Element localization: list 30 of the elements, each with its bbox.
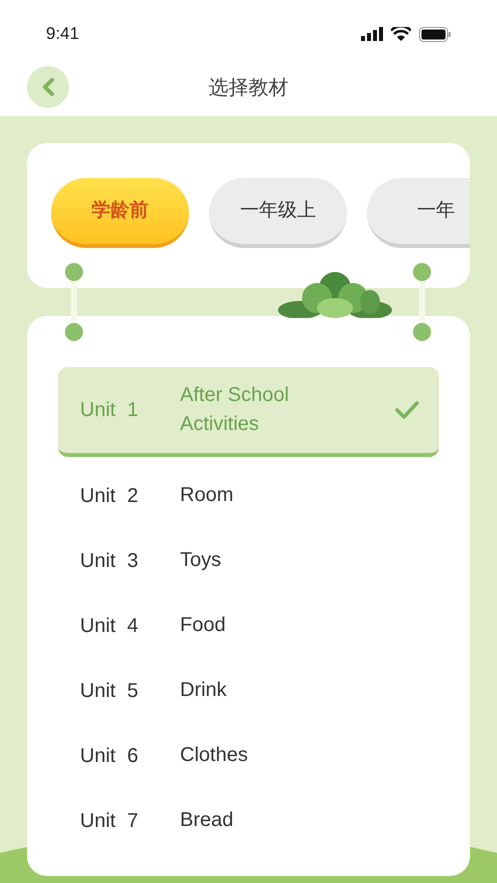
back-icon [41, 77, 55, 97]
unit-number: Unit 6 [80, 744, 140, 768]
unit-title: Toys [180, 548, 222, 573]
page-title: 选择教材 [208, 76, 288, 101]
unit-title: Drink [180, 678, 228, 703]
check-icon [395, 401, 419, 419]
unit-row[interactable]: Unit 2 Room [58, 463, 439, 528]
unit-title: Room [180, 483, 234, 508]
unit-number: Unit 7 [80, 808, 140, 834]
unit-row[interactable]: Unit 7 Bread [58, 788, 439, 853]
back-button[interactable] [27, 66, 69, 108]
unit-number: Unit 1 [80, 398, 140, 423]
unit-title: Bread [180, 808, 234, 833]
unit-number: Unit 3 [80, 548, 140, 574]
wifi-icon [391, 27, 411, 41]
unit-title: Clothes [180, 743, 249, 768]
unit-number: Unit 5 [80, 678, 140, 704]
signal-icon [361, 27, 383, 41]
battery-icon [419, 26, 451, 42]
grade-tab[interactable]: 一年级上 [209, 178, 347, 248]
unit-number: Unit 2 [80, 484, 140, 508]
unit-row[interactable]: Unit 5 Drink [58, 658, 439, 723]
unit-title: After School Activities [180, 383, 290, 437]
unit-row[interactable]: Unit 6 Clothes [58, 723, 439, 788]
grade-tab[interactable]: 一年 [367, 178, 470, 248]
status-time: 9:41 [46, 23, 80, 46]
unit-row[interactable]: Unit 3 Toys [58, 528, 439, 593]
unit-number: Unit 4 [80, 614, 140, 638]
unit-title: Food [180, 613, 227, 638]
unit-row[interactable]: Unit 4 Food [58, 593, 439, 658]
